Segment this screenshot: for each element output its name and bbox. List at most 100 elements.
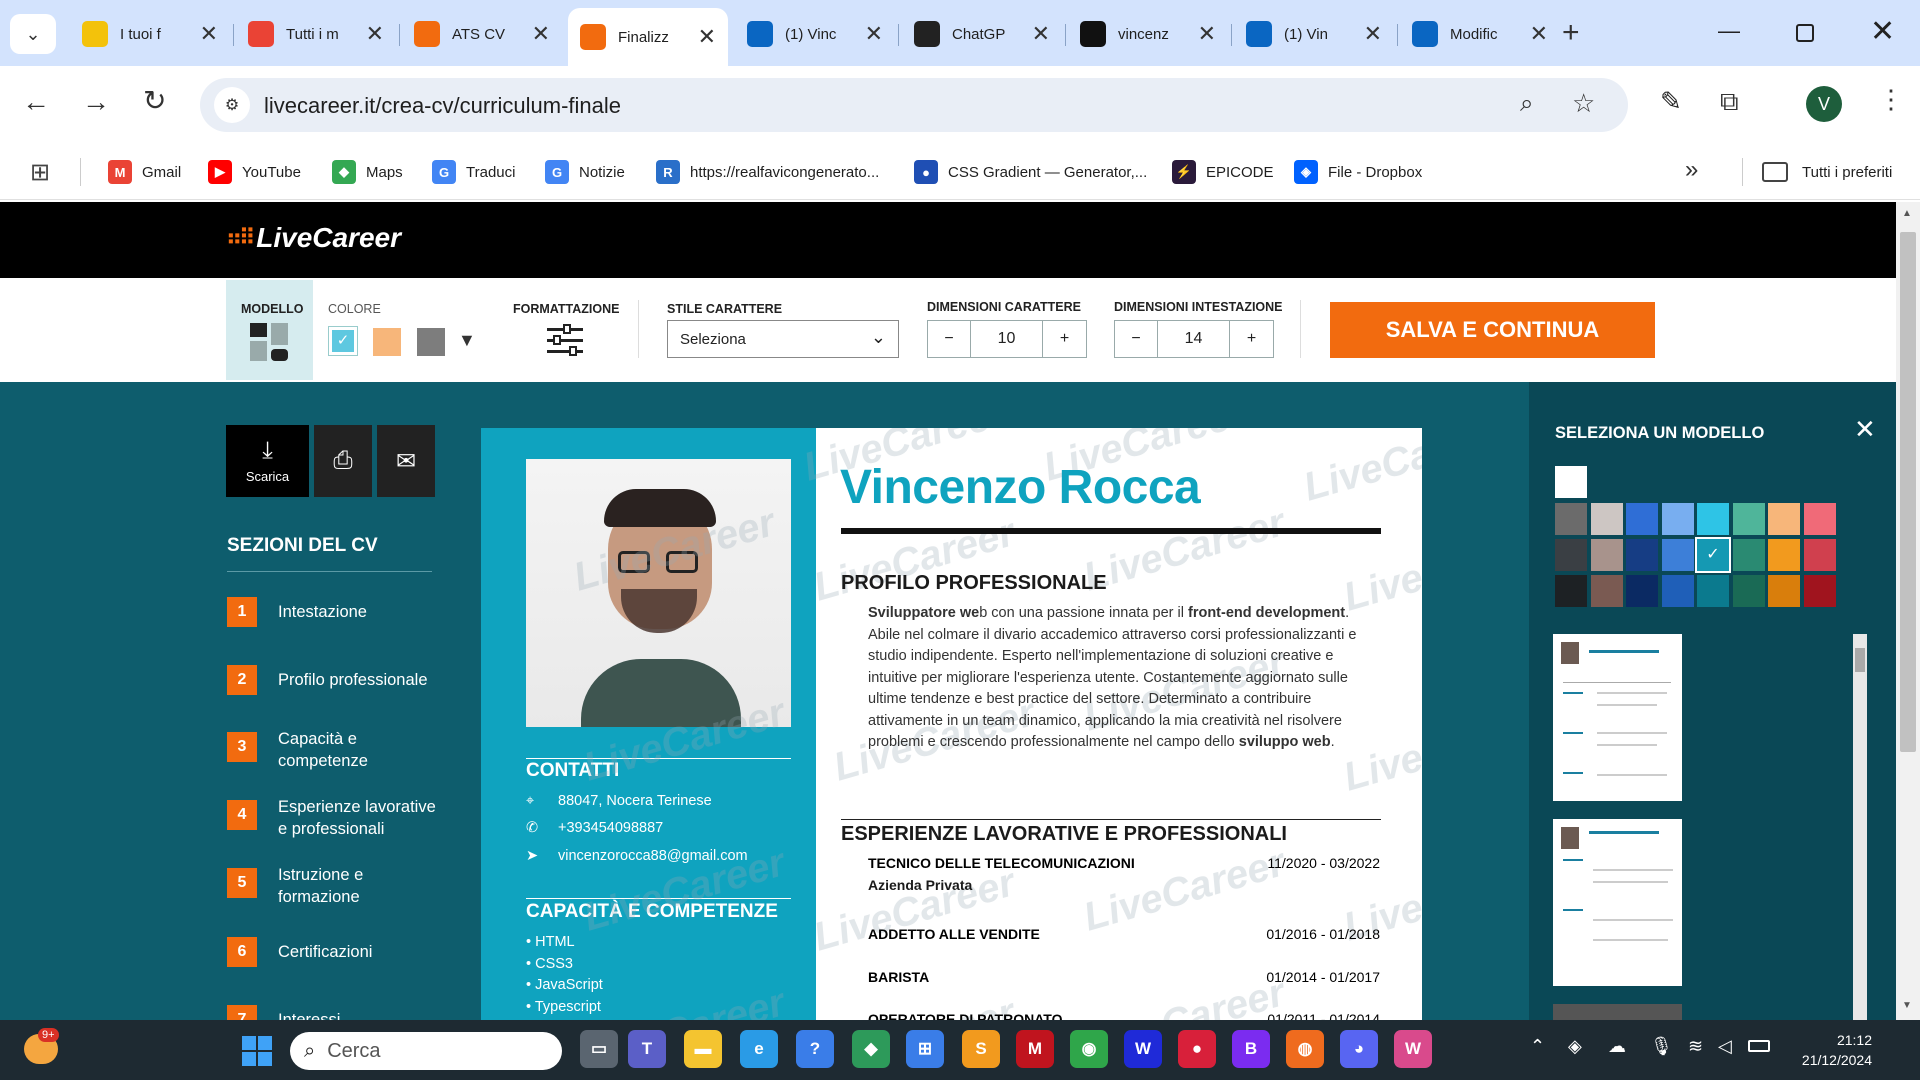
cv-section-item[interactable]: 2 Profilo professionale bbox=[227, 665, 437, 695]
forward-icon[interactable]: → bbox=[82, 86, 110, 118]
template-thumbnail[interactable] bbox=[1553, 819, 1682, 986]
browser-tab[interactable]: vincenz ✕ bbox=[1068, 10, 1228, 58]
template-color-swatch[interactable] bbox=[1803, 503, 1836, 535]
close-tab-icon[interactable]: ✕ bbox=[1364, 21, 1382, 47]
webstorm-icon[interactable]: W bbox=[1124, 1030, 1162, 1068]
new-tab-button[interactable]: + bbox=[1562, 16, 1580, 50]
save-continue-button[interactable]: SALVA E CONTINUA bbox=[1330, 302, 1655, 358]
zoom-icon[interactable]: ⌕ bbox=[1520, 90, 1533, 118]
template-color-swatch[interactable] bbox=[1555, 503, 1587, 535]
heading-size-decrease-button[interactable]: − bbox=[1115, 321, 1158, 357]
battery-icon[interactable] bbox=[1748, 1040, 1770, 1052]
help-icon[interactable]: ? bbox=[796, 1030, 834, 1068]
template-color-swatch[interactable] bbox=[1626, 575, 1658, 607]
heading-size-increase-button[interactable]: + bbox=[1230, 321, 1273, 357]
bookmark-star-icon[interactable]: ☆ bbox=[1572, 88, 1595, 119]
page-scrollbar[interactable]: ▲ ▼ bbox=[1896, 202, 1920, 1020]
extensions-icon[interactable]: ⧉ bbox=[1720, 86, 1739, 118]
email-button[interactable]: ✉ bbox=[377, 425, 435, 497]
close-tab-icon[interactable]: ✕ bbox=[366, 21, 384, 47]
template-color-swatch[interactable] bbox=[1732, 575, 1765, 607]
template-color-swatch[interactable] bbox=[1555, 575, 1587, 607]
browser-tab[interactable]: Modific ✕ bbox=[1400, 10, 1560, 58]
close-tab-icon[interactable]: ✕ bbox=[200, 21, 218, 47]
template-thumbnail[interactable] bbox=[1553, 1004, 1682, 1020]
template-color-swatch[interactable] bbox=[1555, 539, 1587, 571]
color-swatch-teal[interactable]: ✓ bbox=[328, 326, 358, 356]
template-color-swatch[interactable]: ✓ bbox=[1695, 537, 1731, 573]
heading-size-value[interactable]: 14 bbox=[1158, 321, 1230, 357]
firefox-icon[interactable]: ◍ bbox=[1286, 1030, 1324, 1068]
browser-tab[interactable]: I tuoi f ✕ bbox=[70, 10, 230, 58]
browser-tab[interactable]: ChatGP ✕ bbox=[902, 10, 1062, 58]
all-bookmarks-folder[interactable]: Tutti i preferiti bbox=[1762, 158, 1892, 186]
template-color-swatch[interactable] bbox=[1732, 539, 1765, 571]
bookmark-item[interactable]: ◈ File - Dropbox bbox=[1294, 158, 1422, 186]
bookmark-item[interactable]: G Traduci bbox=[432, 158, 515, 186]
start-button[interactable] bbox=[242, 1036, 272, 1066]
file-explorer-icon[interactable]: ▭ bbox=[580, 1030, 618, 1068]
site-info-icon[interactable]: ⚙ bbox=[214, 87, 250, 123]
browser-tab[interactable]: (1) Vin ✕ bbox=[1234, 10, 1394, 58]
clock-time[interactable]: 21:12 bbox=[1812, 1032, 1872, 1048]
url-field[interactable]: ⚙ livecareer.it/crea-cv/curriculum-final… bbox=[200, 78, 1628, 132]
cv-section-item[interactable]: 3 Capacità e competenze bbox=[227, 730, 437, 772]
download-button[interactable]: ⤓ Scarica bbox=[226, 425, 309, 497]
browser-tab[interactable]: (1) Vinc ✕ bbox=[735, 10, 895, 58]
template-button[interactable]: MODELLO bbox=[226, 280, 313, 380]
folder-icon[interactable]: ▬ bbox=[684, 1030, 722, 1068]
font-style-select[interactable]: Seleziona ⌄ bbox=[667, 320, 899, 358]
livecareer-logo[interactable]: ⠶⠿ LiveCareer bbox=[226, 222, 401, 254]
template-color-swatch[interactable] bbox=[1590, 575, 1623, 607]
close-tab-icon[interactable]: ✕ bbox=[1530, 21, 1548, 47]
template-color-swatch[interactable] bbox=[1803, 539, 1836, 571]
close-tab-icon[interactable]: ✕ bbox=[532, 21, 550, 47]
template-color-swatch[interactable] bbox=[1661, 503, 1694, 535]
formatting-sliders-icon[interactable] bbox=[547, 324, 583, 356]
template-color-swatch[interactable] bbox=[1732, 503, 1765, 535]
template-color-swatch[interactable] bbox=[1661, 539, 1694, 571]
close-tab-icon[interactable]: ✕ bbox=[1198, 21, 1216, 47]
template-color-swatch[interactable] bbox=[1626, 503, 1658, 535]
back-icon[interactable]: ← bbox=[22, 86, 50, 118]
template-color-swatch[interactable] bbox=[1590, 503, 1623, 535]
bookmark-item[interactable]: Rhttps://realfavicongenerato... bbox=[656, 158, 879, 186]
close-tab-icon[interactable]: ✕ bbox=[1032, 21, 1050, 47]
more-bookmarks-icon[interactable]: » bbox=[1685, 156, 1698, 184]
template-color-swatch[interactable] bbox=[1768, 575, 1800, 607]
browser-tab[interactable]: Tutti i m ✕ bbox=[236, 10, 396, 58]
webstorm-active-icon[interactable]: W bbox=[1394, 1030, 1432, 1068]
bookmark-item[interactable]: G Notizie bbox=[545, 158, 625, 186]
reload-icon[interactable]: ↻ bbox=[143, 84, 166, 117]
font-size-increase-button[interactable]: + bbox=[1043, 321, 1086, 357]
close-window-button[interactable]: ✕ bbox=[1870, 14, 1895, 49]
browser-menu-icon[interactable]: ⋮ bbox=[1878, 84, 1904, 115]
bookmark-item[interactable]: ⚡ EPICODE bbox=[1172, 158, 1274, 186]
bootstrap-icon[interactable]: B bbox=[1232, 1030, 1270, 1068]
scroll-down-icon[interactable]: ▼ bbox=[1902, 1000, 1912, 1011]
template-color-swatch[interactable] bbox=[1626, 539, 1658, 571]
template-color-swatch[interactable] bbox=[1590, 539, 1623, 571]
chrome-icon[interactable]: ◉ bbox=[1070, 1030, 1108, 1068]
tray-chevron-icon[interactable]: ⌃ bbox=[1530, 1036, 1545, 1057]
bookmark-item[interactable]: M Gmail bbox=[108, 158, 181, 186]
minimize-button[interactable]: — bbox=[1718, 18, 1740, 44]
taskbar-search[interactable]: ⌕ Cerca bbox=[290, 1032, 562, 1070]
template-list-scrollbar[interactable] bbox=[1853, 634, 1867, 1020]
template-color-swatch[interactable] bbox=[1803, 575, 1836, 607]
cv-section-item[interactable]: 5 Istruzione e formazione bbox=[227, 866, 437, 908]
microphone-tray-icon[interactable]: 🎙︎ bbox=[1650, 1036, 1673, 1057]
close-panel-icon[interactable]: ✕ bbox=[1854, 414, 1876, 445]
close-tab-icon[interactable]: ✕ bbox=[865, 21, 883, 47]
template-thumbnail[interactable] bbox=[1553, 634, 1682, 801]
font-size-value[interactable]: 10 bbox=[971, 321, 1043, 357]
bookmark-item[interactable]: ◆ Maps bbox=[332, 158, 403, 186]
print-button[interactable]: ⎙ bbox=[314, 425, 372, 497]
scrollbar-thumb[interactable] bbox=[1900, 232, 1916, 752]
edge-icon[interactable]: e bbox=[740, 1030, 778, 1068]
color-swatch-peach[interactable] bbox=[373, 328, 401, 356]
bookmark-item[interactable]: ▶ YouTube bbox=[208, 158, 301, 186]
template-color-swatch[interactable] bbox=[1768, 503, 1800, 535]
browser-tab[interactable]: ATS CV ✕ bbox=[402, 10, 562, 58]
teams-icon[interactable]: T bbox=[628, 1030, 666, 1068]
